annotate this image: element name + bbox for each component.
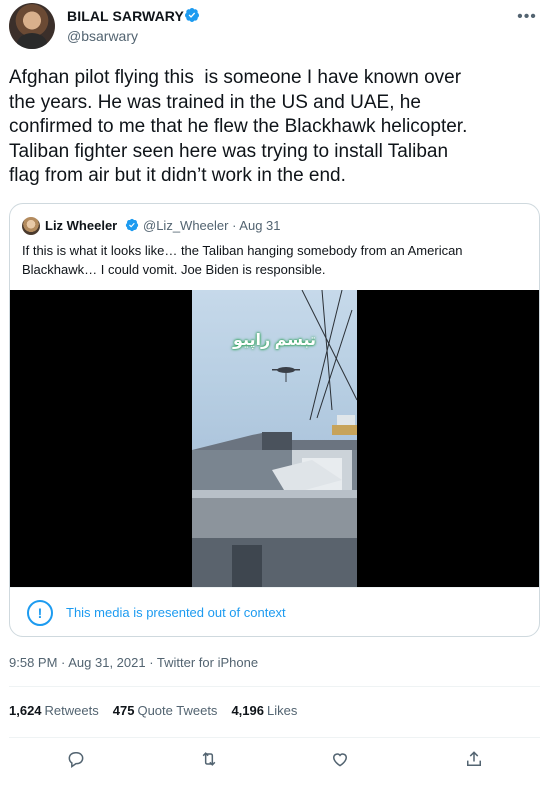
share-icon <box>467 751 481 766</box>
reply-icon <box>68 752 84 768</box>
retweets-stat[interactable]: 1,624 Retweets <box>9 703 99 723</box>
video-frame: تبسم راپیو <box>192 290 357 587</box>
tweet: BILAL SARWARY @bsarwary ••• Afghan pilot… <box>0 0 557 789</box>
likes-stat[interactable]: 4,196 Likes <box>231 703 297 723</box>
more-icon[interactable]: ••• <box>517 7 537 27</box>
video-player[interactable]: تبسم راپیو <box>10 290 539 587</box>
share-button[interactable] <box>461 746 487 772</box>
tweet-header: BILAL SARWARY @bsarwary ••• <box>9 3 549 51</box>
like-button[interactable] <box>327 746 353 772</box>
context-notice-text[interactable]: This media is presented out of context <box>66 605 286 620</box>
tweet-text: Afghan pilot flying this is someone I ha… <box>9 67 468 186</box>
retweet-icon <box>202 752 216 766</box>
tweet-timestamp[interactable]: 9:58 PM · Aug 31, 2021 · Twitter for iPh… <box>9 655 258 670</box>
reply-button[interactable] <box>63 746 89 772</box>
quote-tweets-count: 475 <box>112 703 135 718</box>
quote-tweets-label: Quote Tweets <box>137 703 218 718</box>
divider <box>9 737 540 738</box>
retweets-label: Retweets <box>44 703 99 718</box>
quoted-tweet-text: If this is what it looks like… the Talib… <box>22 243 463 277</box>
context-notice[interactable]: ! This media is presented out of context <box>10 587 539 636</box>
quoted-author-avatar <box>22 217 40 235</box>
quote-tweets-stat[interactable]: 475 Quote Tweets <box>113 703 218 723</box>
info-icon: ! <box>27 600 53 626</box>
divider <box>9 686 540 687</box>
verified-badge-icon <box>125 218 139 232</box>
tweet-actions <box>9 742 540 774</box>
author-name[interactable]: BILAL SARWARY <box>67 8 184 24</box>
quoted-handle-date: @Liz_Wheeler · Aug 31 <box>143 218 281 233</box>
verified-badge-icon <box>185 8 199 22</box>
quoted-author-name: Liz Wheeler <box>45 218 118 233</box>
retweets-count: 1,624 <box>9 703 42 718</box>
likes-count: 4,196 <box>231 703 264 718</box>
author-handle[interactable]: @bsarwary <box>67 28 138 44</box>
like-icon <box>332 753 348 767</box>
tweet-stats: 1,624 Retweets 475 Quote Tweets 4,196 Likes <box>9 703 311 723</box>
retweet-button[interactable] <box>196 746 222 772</box>
author-avatar[interactable] <box>9 3 55 49</box>
likes-label: Likes <box>266 703 298 718</box>
video-overlay-text: تبسم راپیو <box>232 332 317 349</box>
quoted-tweet[interactable]: Liz Wheeler @Liz_Wheeler · Aug 31 If thi… <box>9 203 540 637</box>
